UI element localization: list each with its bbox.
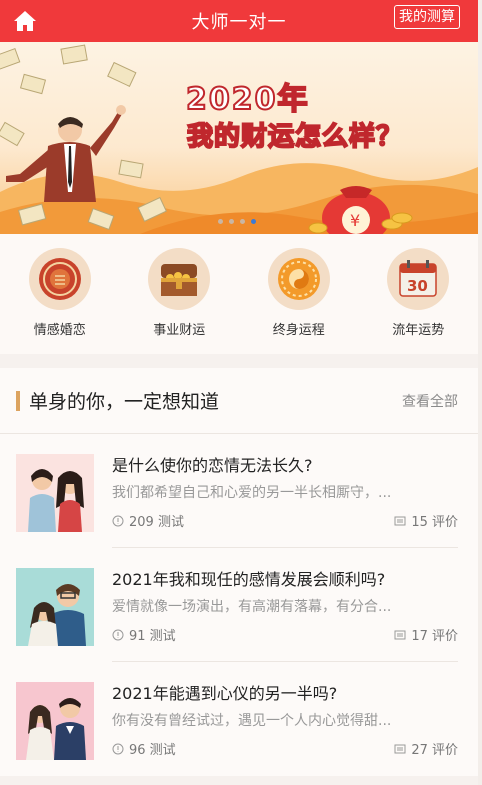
- article-title: 2021年能遇到心仪的另一半吗?: [112, 684, 338, 703]
- carousel-dot[interactable]: [229, 219, 234, 224]
- home-button[interactable]: [10, 6, 40, 36]
- review-count-icon: [394, 516, 406, 525]
- test-count-icon: [112, 515, 124, 526]
- banner-headline: 我的财运怎么样？: [186, 121, 404, 153]
- carousel-dot[interactable]: [218, 219, 223, 224]
- article-item[interactable]: 2021年我和现任的感情发展会顺利吗? 爱情就像一场演出，有高潮有落幕，有分合.…: [0, 548, 478, 662]
- page: 大师一对一 我的测算 ¥ 2020年 我的财运怎么样？ 情感婚恋 事业财运 终身…: [0, 0, 478, 785]
- carousel-indicator: [218, 219, 256, 224]
- category-label: 流年运势: [392, 323, 445, 338]
- calendar-icon: 30: [399, 260, 437, 297]
- review-count: 17 评价: [411, 629, 458, 644]
- banner-headline-year: 2020年: [185, 81, 310, 118]
- article-meta: 91 测试 17 评价: [112, 625, 458, 644]
- article-thumbnail: [16, 454, 94, 532]
- banner-coin-symbol: ¥: [350, 211, 360, 230]
- home-icon: [14, 11, 36, 31]
- article-description: 你有没有曾经试过，遇见一个人内心觉得甜...: [112, 713, 392, 729]
- article-title: 是什么使你的恋情无法长久?: [112, 456, 313, 475]
- category-love[interactable]: 情感婚恋: [10, 248, 110, 338]
- article-meta: 96 测试 27 评价: [112, 739, 458, 758]
- page-title: 大师一对一: [191, 12, 287, 33]
- section-accent-bar: [16, 390, 20, 411]
- test-count-icon: [112, 743, 124, 754]
- category-grid: 情感婚恋 事业财运 终身运程 30 流年运势: [0, 234, 478, 354]
- section-header: 单身的你，一定想知道 查看全部: [0, 368, 478, 434]
- category-career[interactable]: 事业财运: [129, 248, 229, 338]
- treasure-chest-icon: [161, 264, 198, 296]
- category-label: 终身运程: [272, 323, 325, 338]
- test-count: 91 测试: [129, 629, 176, 644]
- category-label: 事业财运: [153, 323, 206, 338]
- test-count-icon: [112, 629, 124, 640]
- category-lifetime[interactable]: 终身运程: [249, 248, 349, 338]
- article-thumbnail: [16, 682, 94, 760]
- review-count: 27 评价: [411, 743, 458, 758]
- review-count-icon: [394, 630, 406, 639]
- article-description: 我们都希望自己和心爱的另一半长相厮守，...: [112, 485, 392, 501]
- review-count-icon: [394, 744, 406, 753]
- love-seal-icon: [38, 258, 81, 300]
- my-tests-button[interactable]: 我的测算: [394, 5, 460, 29]
- category-label: 情感婚恋: [33, 323, 86, 338]
- recommend-section: 单身的你，一定想知道 查看全部 是什么使你的恋情无法长久? 我们都希望自己和心爱…: [0, 368, 478, 776]
- calendar-day-number: 30: [407, 277, 428, 295]
- promo-banner[interactable]: ¥ 2020年 我的财运怎么样？: [0, 42, 478, 234]
- test-count: 209 测试: [129, 515, 184, 530]
- article-item[interactable]: 是什么使你的恋情无法长久? 我们都希望自己和心爱的另一半长相厮守，... 209…: [0, 434, 478, 548]
- taiji-icon: [277, 258, 320, 300]
- article-item[interactable]: 2021年能遇到心仪的另一半吗? 你有没有曾经试过，遇见一个人内心觉得甜... …: [0, 662, 478, 776]
- article-title: 2021年我和现任的感情发展会顺利吗?: [112, 570, 386, 589]
- article-description: 爱情就像一场演出，有高潮有落幕，有分合...: [112, 599, 392, 615]
- carousel-dot[interactable]: [240, 219, 245, 224]
- category-yearly[interactable]: 30 流年运势: [368, 248, 468, 338]
- review-count: 15 评价: [411, 515, 458, 530]
- carousel-dot-active[interactable]: [251, 219, 256, 224]
- test-count: 96 测试: [129, 743, 176, 758]
- article-thumbnail: [16, 568, 94, 646]
- view-all-link[interactable]: 查看全部: [402, 391, 458, 411]
- top-bar: 大师一对一 我的测算: [0, 0, 478, 42]
- article-meta: 209 测试 15 评价: [112, 511, 458, 530]
- section-title: 单身的你，一定想知道: [29, 391, 220, 413]
